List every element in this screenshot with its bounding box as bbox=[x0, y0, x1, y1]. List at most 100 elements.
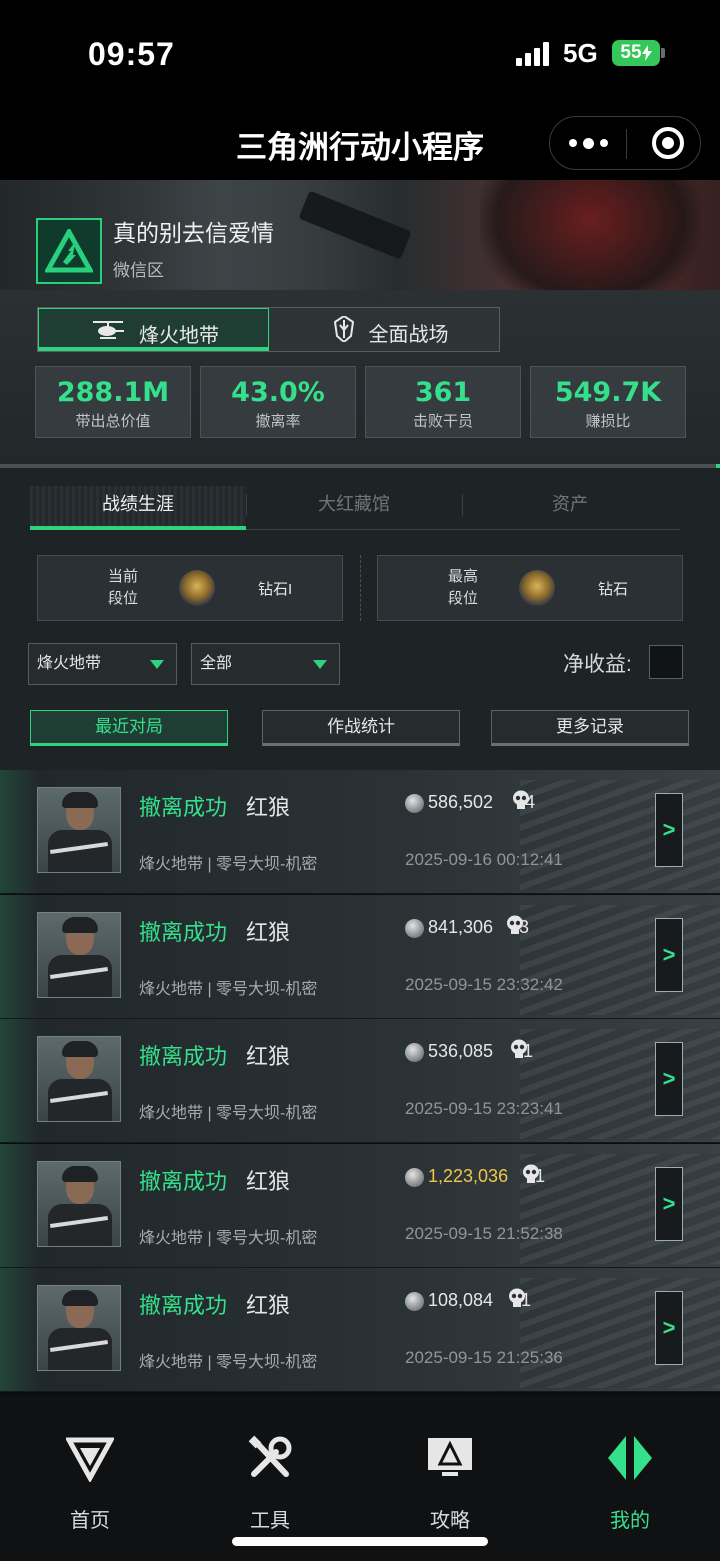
match-operator: 红狼 bbox=[246, 919, 291, 945]
battery-icon: 55 bbox=[612, 40, 660, 66]
row-background-art bbox=[520, 780, 720, 890]
current-rank-card: 当前 段位 钻石I bbox=[37, 555, 343, 621]
match-kills: 4 bbox=[525, 792, 536, 812]
match-mode-map: 烽火地带 | 零号大坝-机密 bbox=[139, 856, 318, 873]
match-operator: 红狼 bbox=[246, 795, 291, 820]
tab-career-record[interactable]: 战绩生涯 bbox=[30, 486, 246, 530]
operator-portrait bbox=[37, 1160, 121, 1247]
tab-combat-stats[interactable]: 作战统计 bbox=[262, 710, 460, 746]
scope-filter-dropdown[interactable]: 全部 bbox=[191, 643, 340, 685]
match-detail-button[interactable]: > bbox=[655, 1291, 683, 1366]
title-bar: 三角洲行动小程序 bbox=[0, 104, 720, 180]
battery-level: 55 bbox=[620, 42, 642, 63]
mode-tabs: 烽火地带 全面战场 bbox=[37, 307, 500, 352]
match-result: 撤离成功 bbox=[139, 919, 228, 945]
match-time: 2025-09-15 23:23:41 bbox=[405, 1099, 563, 1119]
battlefield-emblem-icon bbox=[333, 316, 354, 342]
signal-icon bbox=[516, 42, 552, 66]
current-rank-value: 钻石I bbox=[258, 581, 293, 598]
close-miniprogram-icon[interactable] bbox=[652, 127, 684, 159]
tab-mode-fire-zone[interactable]: 烽火地带 bbox=[38, 308, 269, 351]
row-background-art bbox=[520, 904, 720, 1015]
match-row[interactable]: 撤离成功 红狼 烽火地带 | 零号大坝-机密 108,084 1 2025-09-15 2… bbox=[0, 1268, 720, 1393]
stat-value: 43.0% bbox=[231, 377, 325, 408]
status-bar: 09:57 5G 55 bbox=[0, 0, 720, 104]
match-row[interactable]: 撤离成功 红狼烽火地带 | 零号大坝-机密 536,085 1 2025-09-15 2… bbox=[0, 1019, 720, 1144]
match-row[interactable]: 撤离成功 红狼 烽火地带 | 零号大坝-机密 1,223,036 1 2025-09-15… bbox=[0, 1143, 720, 1268]
match-mode-map: 烽火地带 | 零号大坝-机密 bbox=[139, 1229, 318, 1247]
tab-more-records[interactable]: 更多记录 bbox=[491, 710, 689, 746]
match-detail-button[interactable]: > bbox=[655, 1042, 683, 1117]
tab-red-collection[interactable]: 大红藏馆 bbox=[246, 486, 462, 530]
home-indicator bbox=[232, 1537, 488, 1546]
mode-filter-dropdown[interactable]: 烽火地带 bbox=[28, 643, 177, 685]
match-row[interactable]: 撤离成功 红狼 烽火地带 | 零号大坝-机密 586,502 4 2025-09-16 0… bbox=[0, 770, 720, 894]
match-mode-map: 烽火地带 | 零号大坝-机密 bbox=[139, 1105, 318, 1123]
nav-mine[interactable]: 我的 bbox=[540, 1396, 720, 1546]
battery-cap bbox=[661, 48, 665, 58]
match-mode-map: 烽火地带 | 零号大坝-机密 bbox=[139, 1354, 318, 1372]
tab-mode-battlefield[interactable]: 全面战场 bbox=[269, 308, 500, 351]
nav-home[interactable]: 首页 bbox=[0, 1396, 180, 1546]
stat-operators-defeated: 361 击败干员 bbox=[365, 366, 521, 438]
match-kills: 1 bbox=[535, 1165, 546, 1186]
helicopter-icon bbox=[93, 321, 124, 339]
match-extract-value: 536,085 bbox=[428, 1041, 494, 1062]
avatar[interactable] bbox=[36, 218, 102, 284]
match-kills: 1 bbox=[523, 1041, 534, 1062]
match-operator: 红狼 bbox=[246, 1044, 291, 1070]
rank-badge-icon bbox=[179, 570, 215, 606]
more-menu-icon[interactable] bbox=[550, 117, 626, 169]
row-background-art bbox=[520, 1029, 720, 1140]
operator-portrait bbox=[37, 1285, 121, 1372]
tab-recent-matches[interactable]: 最近对局 bbox=[30, 710, 228, 746]
match-detail-button[interactable]: > bbox=[655, 793, 683, 867]
stat-total-extract-value: 288.1M 带出总价值 bbox=[35, 366, 191, 438]
guide-monitor-icon bbox=[428, 1438, 472, 1476]
net-income-checkbox[interactable] bbox=[649, 645, 683, 679]
match-detail-button[interactable]: > bbox=[655, 917, 683, 992]
stat-profit-loss-ratio: 549.7K 赚损比 bbox=[530, 366, 686, 438]
stat-label: 带出总价值 bbox=[75, 413, 151, 430]
mode-filter-value: 烽火地带 bbox=[37, 655, 102, 672]
coin-icon bbox=[405, 1292, 424, 1312]
user-name: 真的别去信爱情 bbox=[113, 220, 274, 246]
capsule-divider bbox=[626, 129, 627, 159]
stat-label: 击败干员 bbox=[412, 413, 473, 430]
match-mode-map: 烽火地带 | 零号大坝-机密 bbox=[139, 980, 318, 998]
tab-mode-label: 烽火地带 bbox=[139, 325, 219, 347]
nav-tools[interactable]: 工具 bbox=[180, 1396, 360, 1546]
match-extract-value: 841,306 bbox=[428, 916, 494, 937]
match-kills: 1 bbox=[521, 1290, 532, 1311]
stat-value: 288.1M bbox=[56, 377, 170, 408]
match-operator: 红狼 bbox=[246, 1168, 291, 1194]
nav-guide[interactable]: 攻略 bbox=[360, 1396, 540, 1546]
chevron-down-icon bbox=[313, 660, 327, 669]
match-list: 撤离成功 红狼 烽火地带 | 零号大坝-机密 586,502 4 2025-09-16 0… bbox=[0, 770, 720, 1396]
profile-banner bbox=[0, 180, 720, 290]
user-region: 微信区 bbox=[113, 261, 164, 280]
scope-filter-value: 全部 bbox=[200, 655, 233, 672]
stat-value: 361 bbox=[414, 377, 472, 408]
match-time: 2025-09-15 21:52:38 bbox=[405, 1223, 563, 1243]
rank-divider bbox=[360, 555, 361, 621]
profile-logo-icon bbox=[608, 1436, 652, 1480]
tools-icon bbox=[248, 1435, 292, 1477]
match-kills: 3 bbox=[519, 916, 530, 937]
row-background-art bbox=[520, 1278, 720, 1389]
nav-label: 工具 bbox=[250, 1510, 290, 1532]
match-result: 撤离成功 bbox=[139, 1044, 228, 1070]
match-time: 2025-09-15 21:25:36 bbox=[405, 1348, 563, 1368]
row-background-art bbox=[520, 1153, 720, 1264]
stat-label: 赚损比 bbox=[585, 413, 631, 430]
network-type: 5G bbox=[563, 38, 598, 68]
rank-title: 最高 段位 bbox=[448, 568, 479, 607]
rank-badge-icon bbox=[519, 570, 555, 606]
tab-assets[interactable]: 资产 bbox=[462, 486, 678, 530]
match-operator: 红狼 bbox=[246, 1293, 291, 1319]
highest-rank-value: 钻石 bbox=[598, 581, 629, 598]
match-detail-button[interactable]: > bbox=[655, 1166, 683, 1241]
match-row[interactable]: 撤离成功 红狼 烽火地带 | 零号大坝-机密 841,306 3 2025-09-15 2… bbox=[0, 894, 720, 1019]
status-time: 09:57 bbox=[88, 36, 175, 72]
operator-portrait bbox=[37, 1036, 121, 1123]
